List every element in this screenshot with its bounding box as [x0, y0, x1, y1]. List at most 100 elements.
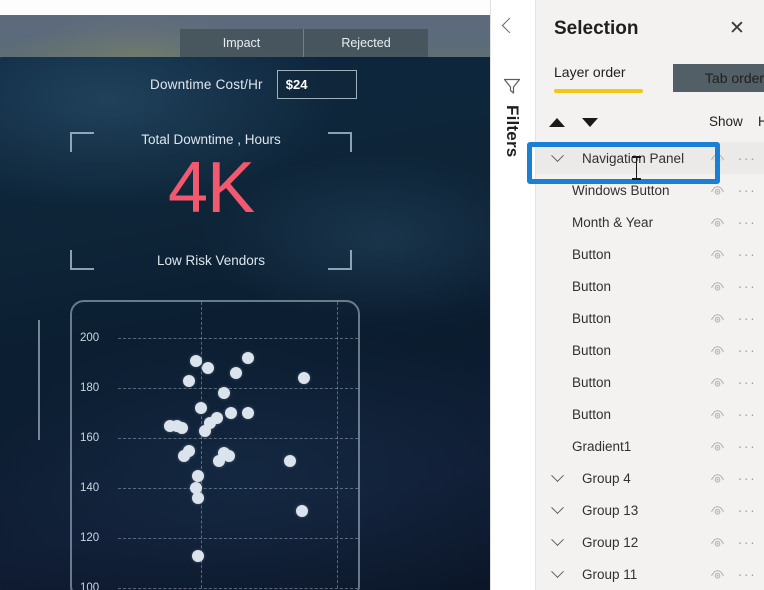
- y-axis-tick-label: 100: [80, 582, 100, 590]
- eye-icon[interactable]: [704, 407, 730, 422]
- layer-row[interactable]: Gradient1 ···: [536, 430, 764, 462]
- ellipsis-icon[interactable]: ···: [730, 502, 764, 518]
- layer-row-label: Month & Year: [572, 214, 654, 230]
- scatter-point[interactable]: [199, 424, 212, 437]
- eye-icon[interactable]: [704, 503, 730, 518]
- layer-row[interactable]: Group 11 ···: [536, 558, 764, 590]
- chevron-down-icon[interactable]: [546, 532, 568, 547]
- ellipsis-icon[interactable]: ···: [730, 246, 764, 262]
- ellipsis-icon[interactable]: ···: [730, 534, 764, 550]
- filters-rail[interactable]: Filters: [491, 0, 536, 590]
- ellipsis-icon[interactable]: ···: [730, 278, 764, 294]
- filters-rail-label: Filters: [503, 105, 522, 158]
- layer-row-label: Button: [572, 310, 612, 326]
- ellipsis-icon[interactable]: ···: [730, 406, 764, 422]
- scatter-point[interactable]: [225, 407, 238, 420]
- eye-icon[interactable]: [704, 183, 730, 198]
- kpi-card-total-downtime[interactable]: Total Downtime , Hours 4K Low Risk Vendo…: [62, 126, 360, 276]
- ellipsis-icon[interactable]: ···: [730, 214, 764, 230]
- layer-row[interactable]: Windows Button ···: [536, 174, 764, 206]
- ellipsis-icon[interactable]: ···: [730, 342, 764, 358]
- layer-row-label: Group 12: [582, 534, 639, 550]
- arrow-down-icon[interactable]: [582, 118, 598, 127]
- layer-row[interactable]: Group 12 ···: [536, 526, 764, 558]
- layer-row[interactable]: Month & Year ···: [536, 206, 764, 238]
- eye-icon[interactable]: [704, 343, 730, 358]
- tab-tab-order[interactable]: Tab order: [673, 64, 764, 92]
- layer-row[interactable]: Button ···: [536, 334, 764, 366]
- chevron-down-icon[interactable]: [546, 468, 568, 483]
- grid-line-horizontal: [118, 338, 358, 340]
- scatter-point[interactable]: [296, 504, 309, 517]
- layer-row[interactable]: Group 4 ···: [536, 462, 764, 494]
- filter-funnel-icon[interactable]: [502, 76, 522, 96]
- grid-line-horizontal: [118, 388, 358, 390]
- ellipsis-icon[interactable]: ···: [730, 182, 764, 198]
- ellipsis-icon[interactable]: ···: [730, 374, 764, 390]
- downtime-cost-input[interactable]: $24: [276, 70, 357, 99]
- order-tabs: Layer order Tab order: [536, 64, 764, 98]
- scatter-point[interactable]: [175, 422, 188, 435]
- eye-icon[interactable]: [704, 535, 730, 550]
- eye-icon[interactable]: [704, 567, 730, 582]
- scatter-point[interactable]: [192, 469, 205, 482]
- eye-icon[interactable]: [704, 471, 730, 486]
- scatter-point[interactable]: [230, 367, 242, 380]
- active-tab-underline: [554, 89, 643, 93]
- chevron-left-icon[interactable]: [501, 17, 518, 34]
- eye-icon[interactable]: [704, 375, 730, 390]
- chevron-down-icon[interactable]: [546, 148, 568, 163]
- scatter-point[interactable]: [182, 374, 195, 387]
- scatter-point[interactable]: [189, 354, 202, 367]
- layer-toolbar: Show Hide: [536, 112, 764, 138]
- layer-row[interactable]: Navigation Panel ···: [536, 142, 764, 174]
- ellipsis-icon[interactable]: ···: [730, 438, 764, 454]
- scatter-chart-card[interactable]: 200 180 160 140 120 100: [70, 300, 360, 590]
- scatter-point[interactable]: [194, 402, 207, 415]
- layer-row[interactable]: Button ···: [536, 398, 764, 430]
- arrow-up-icon[interactable]: [549, 118, 565, 127]
- eye-icon[interactable]: [704, 151, 730, 166]
- eye-icon[interactable]: [704, 247, 730, 262]
- scatter-point[interactable]: [192, 492, 205, 505]
- eye-icon[interactable]: [704, 311, 730, 326]
- layer-row-label: Windows Button: [572, 182, 670, 198]
- ellipsis-icon[interactable]: ···: [730, 310, 764, 326]
- layer-row[interactable]: Button ···: [536, 238, 764, 270]
- selection-pane-title: Selection: [554, 18, 639, 39]
- tab-impact[interactable]: Impact: [180, 29, 304, 57]
- layer-row[interactable]: Button ···: [536, 270, 764, 302]
- scatter-point[interactable]: [213, 454, 226, 467]
- eye-icon[interactable]: [704, 215, 730, 230]
- layer-row-label: Group 11: [582, 566, 638, 582]
- grid-line-horizontal: [118, 588, 358, 589]
- scatter-point[interactable]: [218, 387, 231, 400]
- layer-list[interactable]: Navigation Panel ··· Windows Button ··· Mont…: [536, 142, 764, 590]
- tab-rejected[interactable]: Rejected: [304, 29, 428, 57]
- y-axis-tick-label: 180: [80, 382, 100, 395]
- scatter-point[interactable]: [284, 454, 297, 467]
- scatter-point[interactable]: [201, 362, 214, 375]
- ellipsis-icon[interactable]: ···: [730, 150, 764, 166]
- hide-column-header[interactable]: Hide: [758, 114, 764, 129]
- layer-row[interactable]: Button ···: [536, 366, 764, 398]
- chevron-down-icon[interactable]: [546, 500, 568, 515]
- scatter-point[interactable]: [192, 549, 205, 562]
- scatter-point[interactable]: [241, 407, 254, 420]
- eye-icon[interactable]: [704, 279, 730, 294]
- report-canvas: Impact Rejected Downtime Cost/Hr $24 Tot…: [0, 0, 490, 590]
- scatter-point[interactable]: [298, 372, 311, 385]
- y-axis-rule: [38, 320, 40, 440]
- tab-rejected-label: Rejected: [341, 36, 391, 50]
- layer-row[interactable]: Group 13 ···: [536, 494, 764, 526]
- show-column-header[interactable]: Show: [709, 114, 743, 129]
- layer-row[interactable]: Button ···: [536, 302, 764, 334]
- close-icon[interactable]: ✕: [726, 18, 748, 40]
- tab-layer-order[interactable]: Layer order: [554, 64, 626, 80]
- ellipsis-icon[interactable]: ···: [730, 470, 764, 486]
- scatter-point[interactable]: [241, 352, 254, 365]
- chevron-down-icon[interactable]: [546, 564, 568, 579]
- ellipsis-icon[interactable]: ···: [730, 566, 764, 582]
- scatter-point[interactable]: [178, 449, 191, 462]
- eye-icon[interactable]: [704, 439, 730, 454]
